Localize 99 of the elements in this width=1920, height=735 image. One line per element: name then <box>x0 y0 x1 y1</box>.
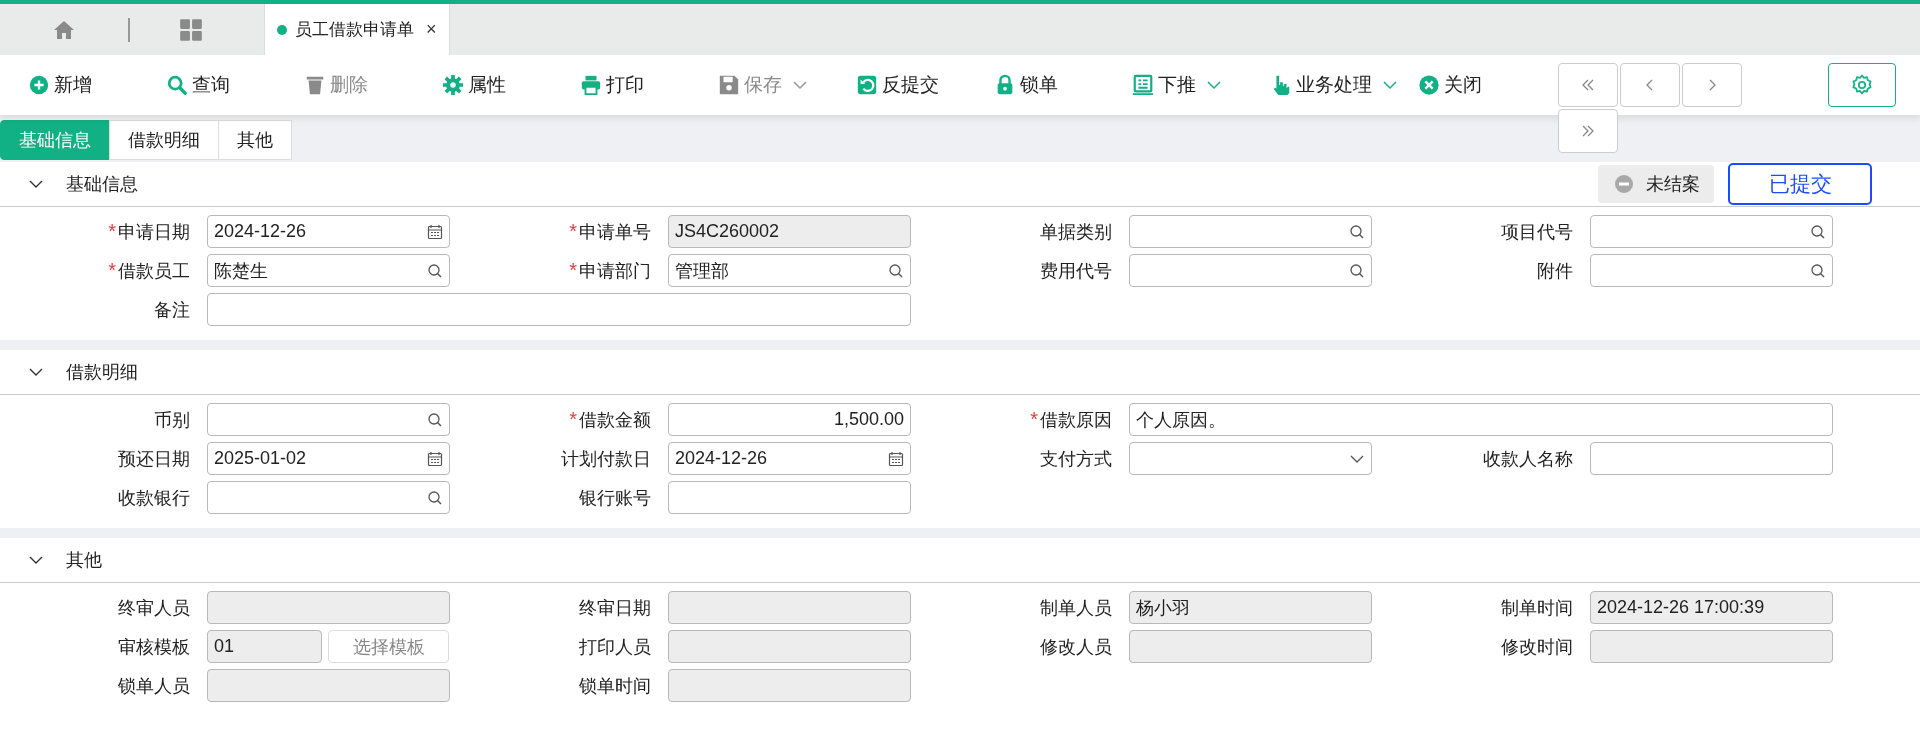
field-label: 收款银行 <box>117 486 190 510</box>
select-template-button[interactable]: 选择模板 <box>328 630 449 663</box>
input-field[interactable] <box>207 481 450 514</box>
field-label: 制单时间 <box>1500 596 1573 620</box>
section-title: 借款明细 <box>66 361 138 384</box>
input-field[interactable] <box>1129 254 1372 287</box>
field-label: 审核模板 <box>117 635 190 659</box>
input-field[interactable] <box>207 403 450 436</box>
field-label: 修改时间 <box>1500 635 1573 659</box>
input-field[interactable] <box>1590 442 1833 475</box>
toolbar-button[interactable]: 新增 <box>18 65 156 105</box>
settings-icon <box>1850 73 1874 97</box>
search-icon[interactable] <box>1810 223 1826 240</box>
first-record-button[interactable] <box>1558 63 1618 107</box>
section-title: 基础信息 <box>66 173 138 196</box>
field-label: *借款员工 <box>107 258 190 283</box>
printer-icon <box>580 74 602 96</box>
toolbar-button[interactable]: 下推 <box>1122 65 1260 105</box>
field-label: 终审日期 <box>578 596 651 620</box>
input-field[interactable]: 1,500.00 <box>668 403 911 436</box>
document-tab[interactable]: 员工借款申请单 × <box>264 4 450 55</box>
search-icon[interactable] <box>1349 262 1365 279</box>
field-label: 支付方式 <box>1039 447 1112 471</box>
gear-icon <box>442 74 464 96</box>
toolbar-button[interactable]: 属性 <box>432 65 570 105</box>
field-label: 制单人员 <box>1039 596 1112 620</box>
settings-button[interactable] <box>1828 63 1896 107</box>
active-dot-icon <box>277 24 287 35</box>
close-circle-icon <box>1418 74 1440 96</box>
field-label: 备注 <box>153 298 190 322</box>
field-label: *申请单号 <box>568 219 651 244</box>
date-field[interactable]: 2025-01-02 <box>207 442 450 475</box>
status-badge: 未结案 <box>1598 165 1714 203</box>
search-icon[interactable] <box>1810 262 1826 279</box>
close-tab-button[interactable]: × <box>426 19 437 40</box>
field-label: 项目代号 <box>1500 220 1573 244</box>
toolbar-button[interactable]: 打印 <box>570 65 708 105</box>
input-field[interactable]: 陈楚生 <box>207 254 450 287</box>
field-label: *申请部门 <box>568 258 651 283</box>
date-field[interactable]: 2024-12-26 <box>207 215 450 248</box>
input-field: 2024-12-26 17:00:39 <box>1590 591 1833 624</box>
last-record-button[interactable] <box>1558 109 1618 153</box>
double-chevron-left-icon <box>1580 77 1596 93</box>
calendar-icon[interactable] <box>427 223 443 240</box>
calendar-icon[interactable] <box>427 450 443 467</box>
field-label: *借款原因 <box>1029 407 1112 432</box>
document-list-icon <box>1132 74 1154 96</box>
toolbar-button[interactable]: 查询 <box>156 65 294 105</box>
search-icon[interactable] <box>888 262 904 279</box>
input-field[interactable] <box>1590 215 1833 248</box>
next-record-button[interactable] <box>1682 63 1742 107</box>
date-field[interactable]: 2024-12-26 <box>668 442 911 475</box>
field-label: 计划付款日 <box>560 447 651 471</box>
input-field[interactable] <box>207 293 911 326</box>
field-label: 终审人员 <box>117 596 190 620</box>
previous-record-button[interactable] <box>1620 63 1680 107</box>
form-tab[interactable]: 借款明细 <box>109 119 219 160</box>
input-field[interactable] <box>1129 215 1372 248</box>
input-field: JS4C260002 <box>668 215 911 248</box>
field-label: 锁单时间 <box>578 674 651 698</box>
undo-icon <box>856 74 878 96</box>
input-field[interactable] <box>668 481 911 514</box>
tab-title: 员工借款申请单 <box>295 19 414 41</box>
field-label: *借款金额 <box>568 407 651 432</box>
input-field[interactable]: 管理部 <box>668 254 911 287</box>
field-label: *申请日期 <box>107 219 190 244</box>
plus-circle-icon <box>28 74 50 96</box>
template-field[interactable]: 01 <box>207 630 322 663</box>
grid-icon[interactable] <box>178 16 204 43</box>
double-chevron-right-icon <box>1580 123 1596 139</box>
field-label: 收款人名称 <box>1482 447 1573 471</box>
field-label: 银行账号 <box>578 486 651 510</box>
toolbar-button[interactable]: 锁单 <box>984 65 1122 105</box>
section-title: 其他 <box>66 549 102 572</box>
field-label: 锁单人员 <box>117 674 190 698</box>
search-icon[interactable] <box>427 262 443 279</box>
trash-icon <box>304 74 326 96</box>
field-label: 打印人员 <box>578 635 651 659</box>
input-field[interactable]: 个人原因。 <box>1129 403 1833 436</box>
search-icon[interactable] <box>427 411 443 428</box>
submitted-button[interactable]: 已提交 <box>1728 163 1872 205</box>
minus-circle-icon <box>1614 174 1634 194</box>
field-label: 币别 <box>153 408 190 432</box>
toolbar-button[interactable]: 关闭 <box>1408 65 1546 105</box>
input-field: 杨小羽 <box>1129 591 1372 624</box>
dropdown-field[interactable] <box>1129 442 1372 475</box>
input-field[interactable] <box>1590 254 1833 287</box>
calendar-icon[interactable] <box>888 450 904 467</box>
field-label: 单据类别 <box>1039 220 1112 244</box>
search-icon[interactable] <box>427 489 443 506</box>
toolbar-button[interactable]: 反提交 <box>846 65 984 105</box>
search-icon[interactable] <box>1349 223 1365 240</box>
toolbar-button[interactable]: 业务处理 <box>1260 65 1408 105</box>
field-label: 费用代号 <box>1039 259 1112 283</box>
form-tab[interactable]: 其他 <box>218 119 292 160</box>
field-label: 修改人员 <box>1039 635 1112 659</box>
field-label: 附件 <box>1536 259 1573 283</box>
field-label: 预还日期 <box>117 447 190 471</box>
search-icon <box>166 74 188 96</box>
